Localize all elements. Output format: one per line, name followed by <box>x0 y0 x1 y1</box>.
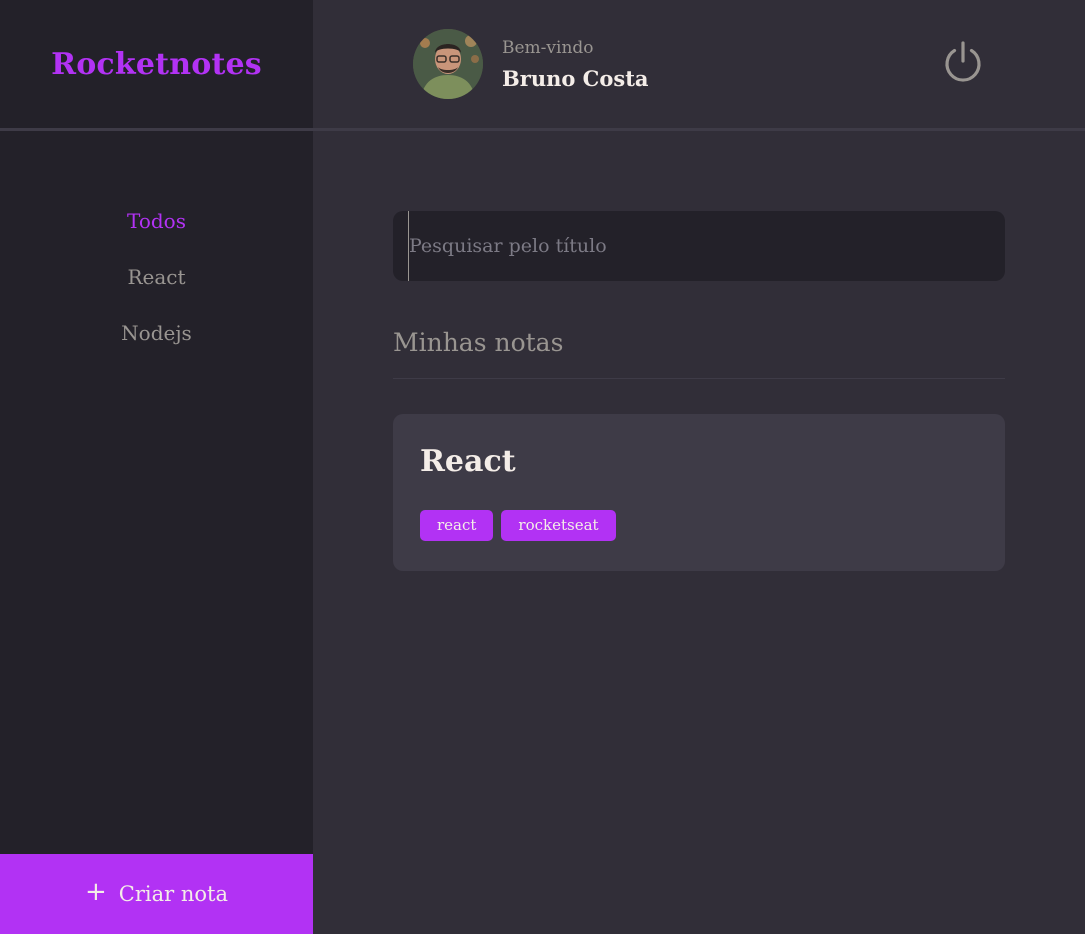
app-logo-title: Rocketnotes <box>51 46 262 82</box>
brand: Rocketnotes <box>0 0 313 128</box>
logout-button[interactable] <box>941 40 985 84</box>
create-note-label: Criar nota <box>118 882 228 906</box>
note-tag: rocketseat <box>501 510 616 541</box>
search-box[interactable] <box>393 211 1005 281</box>
app: Rocketnotes Bem-vindo Bruno Costa Todos … <box>0 0 1085 934</box>
tag-list-item: Nodejs <box>0 321 313 345</box>
tag-list: Todos React Nodejs <box>0 131 313 345</box>
tag-list-item: Todos <box>0 209 313 233</box>
section-title: Minhas notas <box>393 328 1005 379</box>
main-content: Minhas notas React react rocketseat <box>393 211 1005 571</box>
search-input[interactable] <box>408 211 1005 281</box>
sidebar-tag-todos[interactable]: Todos <box>0 209 313 233</box>
user-profile[interactable]: Bem-vindo Bruno Costa <box>413 29 649 99</box>
sidebar-tag-nodejs[interactable]: Nodejs <box>0 321 313 345</box>
note-card[interactable]: React react rocketseat <box>393 414 1005 571</box>
note-tag: react <box>420 510 494 541</box>
profile-text: Bem-vindo Bruno Costa <box>502 38 649 91</box>
note-title: React <box>420 444 516 479</box>
user-name[interactable]: Bruno Costa <box>502 66 649 91</box>
welcome-label: Bem-vindo <box>502 37 594 58</box>
sidebar-tag-react[interactable]: React <box>0 265 313 289</box>
note-tags: react rocketseat <box>420 510 978 541</box>
tag-list-item: React <box>0 265 313 289</box>
avatar-photo-icon <box>413 29 483 99</box>
header: Bem-vindo Bruno Costa <box>313 0 1085 128</box>
sidebar: Todos React Nodejs <box>0 131 313 854</box>
avatar[interactable] <box>413 29 483 99</box>
create-note-button[interactable]: + Criar nota <box>0 854 313 934</box>
plus-icon: + <box>85 877 107 907</box>
power-icon <box>945 41 981 82</box>
